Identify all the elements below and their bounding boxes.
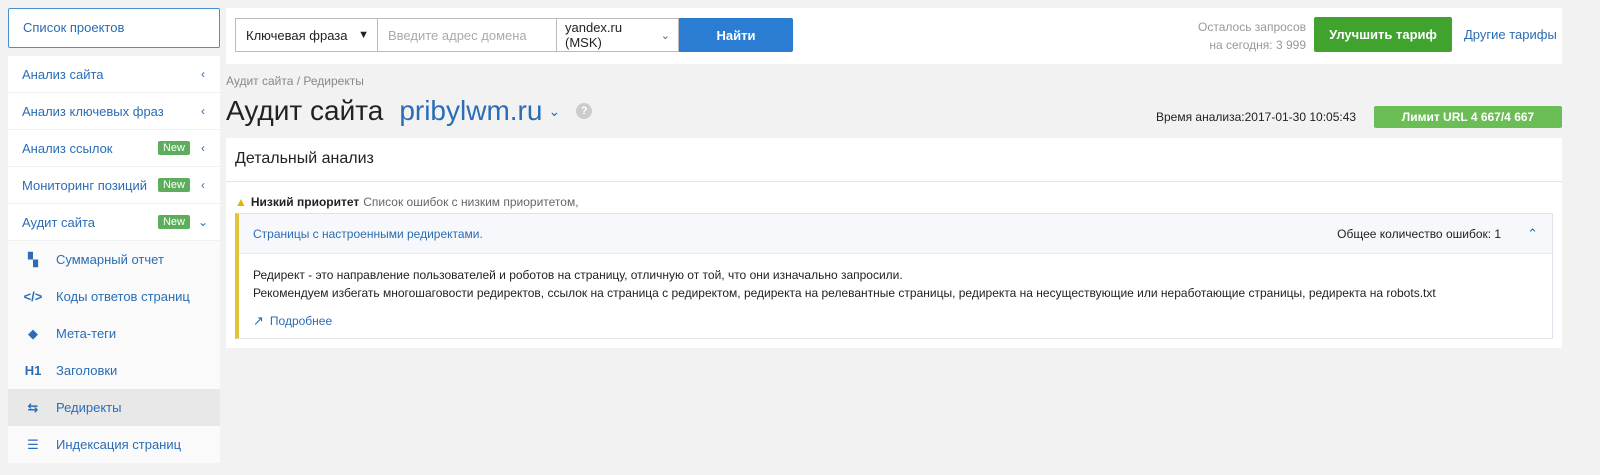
more-link-label: Подробнее [269, 314, 333, 328]
upgrade-plan-button[interactable]: Улучшить тариф [1314, 17, 1452, 52]
chevron-left-icon: ‹ [201, 67, 205, 81]
analysis-time: Время анализа:2017-01-30 10:05:43 [1156, 110, 1357, 124]
list-icon: ☰ [27, 436, 39, 452]
find-button[interactable]: Найти [679, 18, 793, 52]
tag-icon: ◆ [28, 325, 38, 341]
new-badge: New [157, 178, 190, 192]
page-title: Аудит сайта pribylwm.ru ⌄ ? [226, 95, 593, 127]
domain-selector[interactable]: pribylwm.ru [399, 95, 542, 127]
page-title-text: Аудит сайта [226, 95, 384, 126]
sidebar-item-link-analysis[interactable]: Анализ ссылок New ‹ [8, 130, 220, 167]
region-select[interactable]: yandex.ru (MSK) ⌄ [557, 18, 679, 52]
submenu-item-indexing[interactable]: ☰ Индексация страниц [8, 426, 220, 463]
priority-label: Низкий приоритет [250, 195, 360, 209]
audit-submenu: ▚ Суммарный отчет </> Коды ответов стран… [8, 241, 220, 463]
more-link[interactable]: ↗ Подробнее [253, 312, 1538, 330]
sidebar: Список проектов Анализ сайта ‹ Анализ кл… [0, 0, 224, 475]
top-search-bar: Ключевая фраза ▼ yandex.ru (MSK) ⌄ Найти… [226, 8, 1562, 64]
sidebar-item-label: Анализ ключевых фраз [22, 103, 164, 119]
sidebar-item-site-audit[interactable]: Аудит сайта New ⌄ [8, 204, 220, 241]
heading-icon: H1 [24, 363, 42, 378]
search-type-select[interactable]: Ключевая фраза ▼ [235, 18, 377, 52]
detailed-analysis-panel: Детальный анализ ▲ Низкий приоритет Спис… [226, 138, 1562, 348]
error-description-line: Редирект - это направление пользователей… [253, 268, 903, 282]
submenu-item-summary[interactable]: ▚ Суммарный отчет [8, 241, 220, 278]
redirect-icon: ⇆ [27, 399, 39, 415]
search-group: Ключевая фраза ▼ yandex.ru (MSK) ⌄ Найти [235, 18, 793, 52]
sidebar-item-label: Мониторинг позиций [22, 177, 148, 193]
error-description: Редирект - это направление пользователей… [239, 254, 1552, 330]
help-icon[interactable]: ? [576, 103, 593, 119]
error-title[interactable]: Страницы с настроенными редиректами. [253, 227, 1337, 241]
chevron-down-icon[interactable]: ⌄ [548, 103, 560, 120]
submenu-item-label: Заголовки [56, 363, 118, 378]
new-badge: New [157, 141, 190, 155]
url-limit-badge: Лимит URL 4 667/4 667 [1374, 106, 1562, 128]
submenu-item-headings[interactable]: H1 Заголовки [8, 352, 220, 389]
chevron-down-icon: ⌄ [198, 215, 209, 229]
submenu-item-redirects[interactable]: ⇆ Редиректы [8, 389, 220, 426]
submenu-item-meta-tags[interactable]: ◆ Мета-теги [8, 315, 220, 352]
submenu-item-label: Суммарный отчет [56, 252, 164, 267]
external-link-icon: ↗ [253, 313, 264, 328]
project-list-button[interactable]: Список проектов [8, 8, 220, 48]
submenu-item-label: Мета-теги [56, 326, 117, 341]
error-header[interactable]: Страницы с настроенными редиректами. Общ… [239, 214, 1552, 254]
chevron-up-icon[interactable]: ⌃ [1527, 226, 1538, 242]
summary-icon: ▚ [28, 251, 38, 267]
search-type-value: Ключевая фраза [246, 27, 348, 43]
sidebar-item-label: Аудит сайта [22, 214, 96, 230]
new-badge: New [157, 215, 190, 229]
submenu-item-response-codes[interactable]: </> Коды ответов страниц [8, 278, 220, 315]
chevron-left-icon: ‹ [201, 178, 205, 192]
priority-description: Список ошибок с низким приоритетом, [363, 195, 579, 209]
sidebar-item-keyword-analysis[interactable]: Анализ ключевых фраз ‹ [8, 93, 220, 130]
priority-line: ▲ Низкий приоритет Список ошибок с низки… [235, 195, 579, 209]
requests-quota: Осталось запросов на сегодня: 3 999 [1174, 18, 1306, 54]
code-icon: </> [23, 289, 43, 304]
sidebar-item-label: Анализ ссылок [22, 140, 113, 156]
chevron-left-icon: ‹ [201, 104, 205, 118]
chevron-down-icon: ⌄ [660, 29, 670, 42]
chevron-left-icon: ‹ [201, 141, 205, 155]
chevron-down-icon: ▼ [358, 29, 369, 41]
quota-value: на сегодня: 3 999 [1209, 38, 1306, 52]
submenu-item-label: Индексация страниц [56, 437, 182, 452]
warning-icon: ▲ [235, 195, 247, 209]
error-block: Страницы с настроенными редиректами. Общ… [235, 213, 1553, 339]
panel-title: Детальный анализ [226, 138, 1562, 182]
domain-input[interactable] [377, 18, 557, 52]
sidebar-menu: Анализ сайта ‹ Анализ ключевых фраз ‹ Ан… [8, 56, 220, 241]
sidebar-item-label: Анализ сайта [22, 66, 104, 82]
error-count: Общее количество ошибок: 1 [1337, 226, 1502, 241]
breadcrumb: Аудит сайта / Редиректы [226, 74, 364, 88]
quota-label: Осталось запросов [1198, 20, 1306, 34]
submenu-item-label: Редиректы [56, 400, 122, 415]
sidebar-item-position-monitoring[interactable]: Мониторинг позиций New ‹ [8, 167, 220, 204]
other-plans-link[interactable]: Другие тарифы [1464, 27, 1557, 42]
region-value: yandex.ru (MSK) [565, 20, 623, 50]
sidebar-item-site-analysis[interactable]: Анализ сайта ‹ [8, 56, 220, 93]
error-description-line: Рекомендуем избегать многошаговости реди… [253, 286, 1436, 300]
submenu-item-label: Коды ответов страниц [56, 289, 190, 304]
